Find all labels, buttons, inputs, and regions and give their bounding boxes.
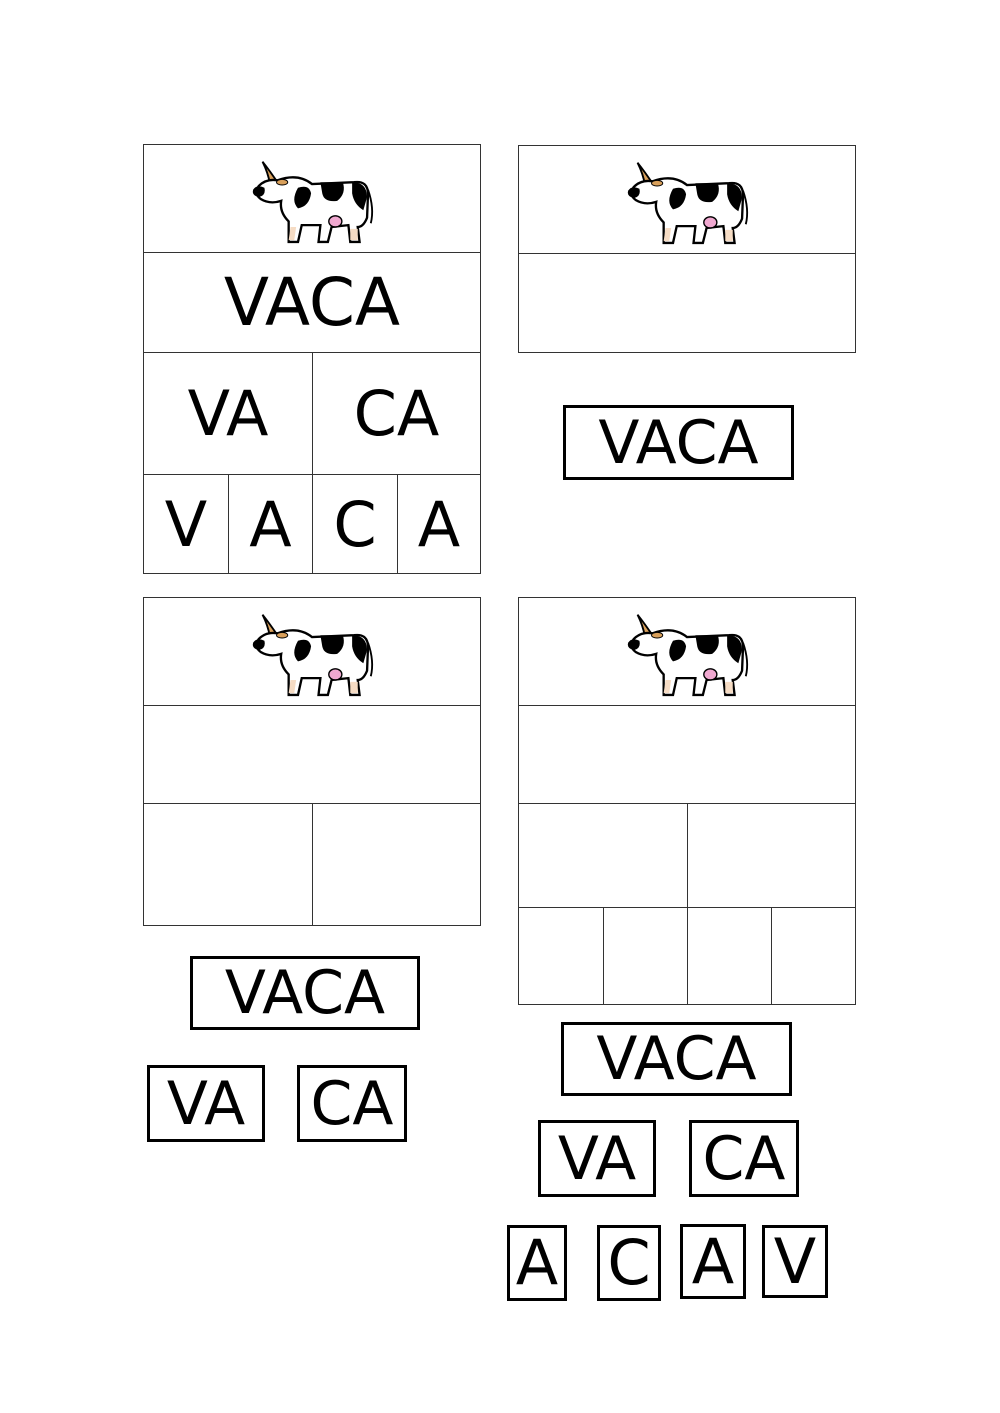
- syllable-drop-cell[interactable]: [143, 803, 313, 926]
- image-cell: [518, 597, 856, 706]
- image-cell: [143, 597, 481, 706]
- letter-tile[interactable]: A: [507, 1225, 567, 1301]
- letter-drop-cell[interactable]: [518, 907, 604, 1005]
- word-drop-cell[interactable]: [518, 253, 856, 353]
- cow-icon: [251, 613, 374, 696]
- cow-icon: [626, 161, 749, 244]
- word-tile[interactable]: VACA: [190, 956, 420, 1030]
- letter-drop-cell[interactable]: [771, 907, 856, 1005]
- letter-drop-cell[interactable]: [687, 907, 772, 1005]
- word-drop-cell[interactable]: [518, 705, 856, 804]
- image-cell: [518, 145, 856, 254]
- word-cell: VACA: [143, 252, 481, 353]
- letter-cell: A: [228, 474, 313, 574]
- letter-cell: A: [397, 474, 481, 574]
- letter-drop-cell[interactable]: [603, 907, 688, 1005]
- syllable-drop-cell[interactable]: [518, 803, 688, 908]
- word-tile[interactable]: VACA: [563, 405, 794, 480]
- syllable-tile[interactable]: CA: [297, 1065, 407, 1142]
- syllable-cell: CA: [312, 352, 481, 475]
- syllable-tile[interactable]: CA: [689, 1120, 799, 1197]
- syllable-tile[interactable]: VA: [538, 1120, 656, 1197]
- letter-tile[interactable]: A: [680, 1224, 746, 1299]
- syllable-drop-cell[interactable]: [312, 803, 481, 926]
- image-cell: [143, 144, 481, 253]
- letter-cell: V: [143, 474, 229, 574]
- syllable-drop-cell[interactable]: [687, 803, 856, 908]
- letter-cell: C: [312, 474, 398, 574]
- word-drop-cell[interactable]: [143, 705, 481, 804]
- letter-tile[interactable]: V: [762, 1225, 828, 1298]
- syllable-tile[interactable]: VA: [147, 1065, 265, 1142]
- syllable-cell: VA: [143, 352, 313, 475]
- cow-icon: [251, 160, 374, 243]
- cow-icon: [626, 613, 749, 696]
- word-tile[interactable]: VACA: [561, 1022, 792, 1096]
- letter-tile[interactable]: C: [597, 1225, 661, 1301]
